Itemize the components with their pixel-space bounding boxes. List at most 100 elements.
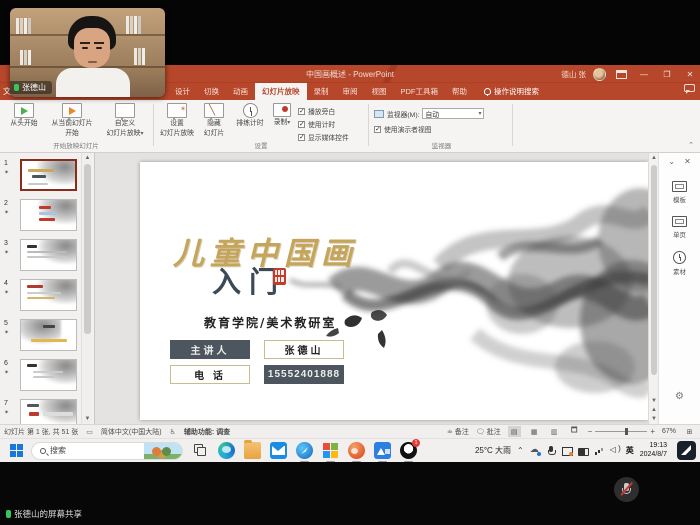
- slide-sorter-view-button[interactable]: ▦: [528, 426, 541, 437]
- normal-view-button[interactable]: ▤: [508, 426, 521, 437]
- setup-label: 设置: [170, 120, 184, 128]
- slide-canvas[interactable]: 儿童中国画 入门 教育学院/美术教研室 主讲人 张德山 电 话 15552401…: [140, 162, 648, 420]
- thumbnail-number: 2: [4, 200, 8, 207]
- screen-cast-icon[interactable]: [562, 446, 572, 456]
- panel-close-icon[interactable]: ✕: [684, 157, 691, 166]
- slide-counter: 幻灯片 第 1 张, 共 51 张: [4, 427, 78, 437]
- zoom-in-icon[interactable]: +: [650, 427, 655, 436]
- browser-app-icon[interactable]: [296, 442, 313, 459]
- notes-toggle[interactable]: ≐ 备注: [447, 427, 469, 437]
- editor-scrollbar[interactable]: ▲ ▼▲▼: [648, 153, 658, 424]
- page-icon: [672, 216, 687, 227]
- gear-icon[interactable]: ⚙: [659, 391, 700, 402]
- presenter-view-checkbox[interactable]: 使用演示者视图: [374, 124, 484, 134]
- slideshow-view-button[interactable]: 🗖: [568, 426, 581, 437]
- display-settings-icon[interactable]: ▭: [86, 428, 93, 436]
- panel-collapse-icon[interactable]: ⌄: [668, 157, 675, 166]
- reading-view-button[interactable]: ▥: [548, 426, 561, 437]
- collapse-ribbon-button[interactable]: ⌃: [688, 141, 694, 149]
- ribbon-separator: [512, 104, 513, 146]
- scrollbar-thumb[interactable]: [651, 165, 657, 375]
- side-panel-item-单页[interactable]: 单页: [672, 216, 687, 239]
- phone-label-box: 电 话: [170, 365, 250, 384]
- webcam-video-tile[interactable]: 张德山: [10, 8, 165, 97]
- tab-审阅[interactable]: 审阅: [336, 83, 365, 100]
- comments-toggle[interactable]: 🗨 批注: [476, 427, 501, 437]
- comments-icon[interactable]: [684, 84, 695, 92]
- scroll-down-icon[interactable]: ▼: [82, 414, 93, 424]
- meeting-app-icon[interactable]: [348, 442, 365, 459]
- zoom-handle[interactable]: [625, 428, 628, 435]
- close-button[interactable]: ✕: [682, 67, 698, 81]
- fit-to-window-icon[interactable]: ⊞: [683, 426, 696, 437]
- thumbnail-preview: [20, 319, 77, 351]
- tab-幻灯片放映[interactable]: 幻灯片放映: [255, 83, 307, 100]
- restore-button[interactable]: ❐: [659, 67, 675, 81]
- share-indicator-button[interactable]: [677, 441, 696, 460]
- language-status[interactable]: 简体中文(中国大陆): [101, 427, 162, 437]
- speaker-icon[interactable]: [610, 446, 620, 456]
- record-button[interactable]: 录制: [268, 103, 296, 128]
- hidden-icons-chevron[interactable]: ⌃: [517, 446, 524, 455]
- books: [134, 48, 145, 65]
- tab-PDF工具箱[interactable]: PDF工具箱: [394, 83, 446, 100]
- scrollbar-thumb[interactable]: [84, 164, 91, 334]
- network-signal-icon[interactable]: [594, 446, 604, 456]
- docs-app-icon[interactable]: [374, 442, 391, 459]
- microphone-in-use-icon[interactable]: [546, 446, 556, 456]
- play-narration-checkbox[interactable]: 播放旁白: [298, 106, 349, 116]
- accessibility-status[interactable]: 辅助功能: 调查: [184, 427, 230, 437]
- tab-切换[interactable]: 切换: [197, 83, 226, 100]
- person-shirt: [56, 68, 130, 97]
- tab-动画[interactable]: 动画: [226, 83, 255, 100]
- zoom-out-icon[interactable]: −: [588, 427, 593, 436]
- lightbulb-icon: [484, 88, 491, 95]
- zoom-track[interactable]: [595, 431, 647, 432]
- tell-me-search[interactable]: 操作说明搜索: [484, 83, 539, 100]
- hide-slide-icon: [204, 103, 224, 118]
- taskbar-search-box[interactable]: 搜索: [31, 442, 183, 460]
- side-panel-item-素材[interactable]: 素材: [673, 251, 686, 276]
- dropdown-caret-icon: [478, 110, 481, 117]
- mic-muted-button[interactable]: [614, 477, 639, 502]
- custom-slideshow-button[interactable]: 自定义 幻灯片放映: [100, 103, 150, 139]
- minimize-button[interactable]: —: [636, 67, 652, 81]
- checkbox-checked-icon: [374, 126, 381, 133]
- hide-slide-button[interactable]: 隐藏 幻灯片: [196, 103, 232, 139]
- zoom-percentage[interactable]: 67%: [662, 428, 676, 435]
- cloud-sync-icon[interactable]: [530, 446, 540, 456]
- thumbnail-preview: [20, 159, 77, 191]
- mail-app-icon[interactable]: [270, 442, 287, 459]
- task-view-button[interactable]: [192, 442, 209, 459]
- file-explorer-icon[interactable]: [244, 442, 261, 459]
- edge-browser-icon[interactable]: [218, 442, 235, 459]
- ime-language-indicator[interactable]: 英: [626, 445, 634, 456]
- tab-视图[interactable]: 视图: [365, 83, 394, 100]
- qq-app-icon[interactable]: 1: [400, 442, 417, 459]
- tab-录制[interactable]: 录制: [307, 83, 336, 100]
- monitor-dropdown[interactable]: 自动: [422, 108, 484, 119]
- weather-status[interactable]: 25°C 大雨: [475, 445, 511, 456]
- battery-icon[interactable]: [578, 446, 588, 456]
- ribbon-separator: [153, 104, 154, 146]
- meeting-app-window: 中国画概述 - PowerPoint 德山 张 — ❐ ✕ 设计切换动画幻灯片放…: [0, 0, 700, 525]
- account-avatar[interactable]: [593, 68, 606, 81]
- custom-show-label: 自定义: [115, 120, 135, 128]
- scroll-up-icon[interactable]: ▲: [82, 153, 93, 163]
- from-beginning-button[interactable]: 从头开始: [2, 103, 46, 128]
- side-panel-item-模板[interactable]: 模板: [672, 181, 687, 204]
- taskbar-clock[interactable]: 19:13 2024/8/7: [640, 442, 667, 458]
- thumbnail-scrollbar[interactable]: ▲ ▼: [81, 153, 92, 424]
- windows-start-button[interactable]: [10, 444, 23, 457]
- thumbnail-number: 5: [4, 320, 8, 327]
- ribbon-display-options-button[interactable]: [613, 67, 629, 81]
- mic-active-icon: [6, 510, 11, 518]
- rehearse-timings-button[interactable]: 排练计时: [230, 103, 270, 128]
- setup-slideshow-button[interactable]: 设置 幻灯片放映: [156, 103, 198, 139]
- from-current-slide-button[interactable]: 从当前幻灯片 开始: [46, 103, 98, 139]
- microsoft-store-icon[interactable]: [322, 442, 339, 459]
- tab-设计[interactable]: 设计: [168, 83, 197, 100]
- zoom-slider[interactable]: − +: [588, 427, 655, 436]
- tab-帮助[interactable]: 帮助: [445, 83, 474, 100]
- use-timings-checkbox[interactable]: 使用计时: [298, 119, 349, 129]
